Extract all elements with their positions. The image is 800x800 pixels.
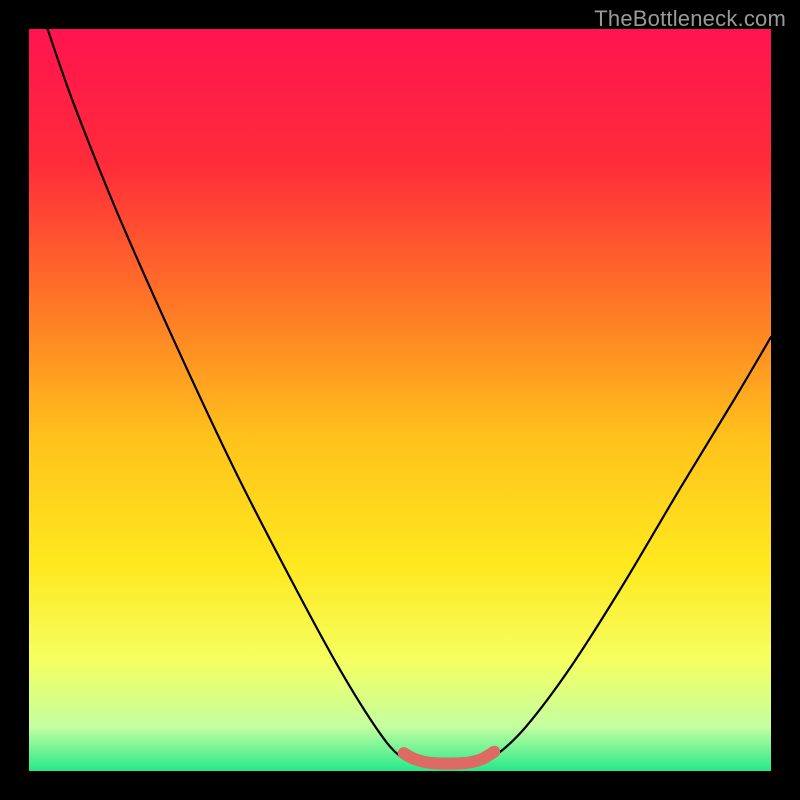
gradient-background xyxy=(29,29,771,771)
chart-frame: TheBottleneck.com xyxy=(0,0,800,800)
chart-svg xyxy=(29,29,771,771)
plot-area xyxy=(29,29,771,771)
